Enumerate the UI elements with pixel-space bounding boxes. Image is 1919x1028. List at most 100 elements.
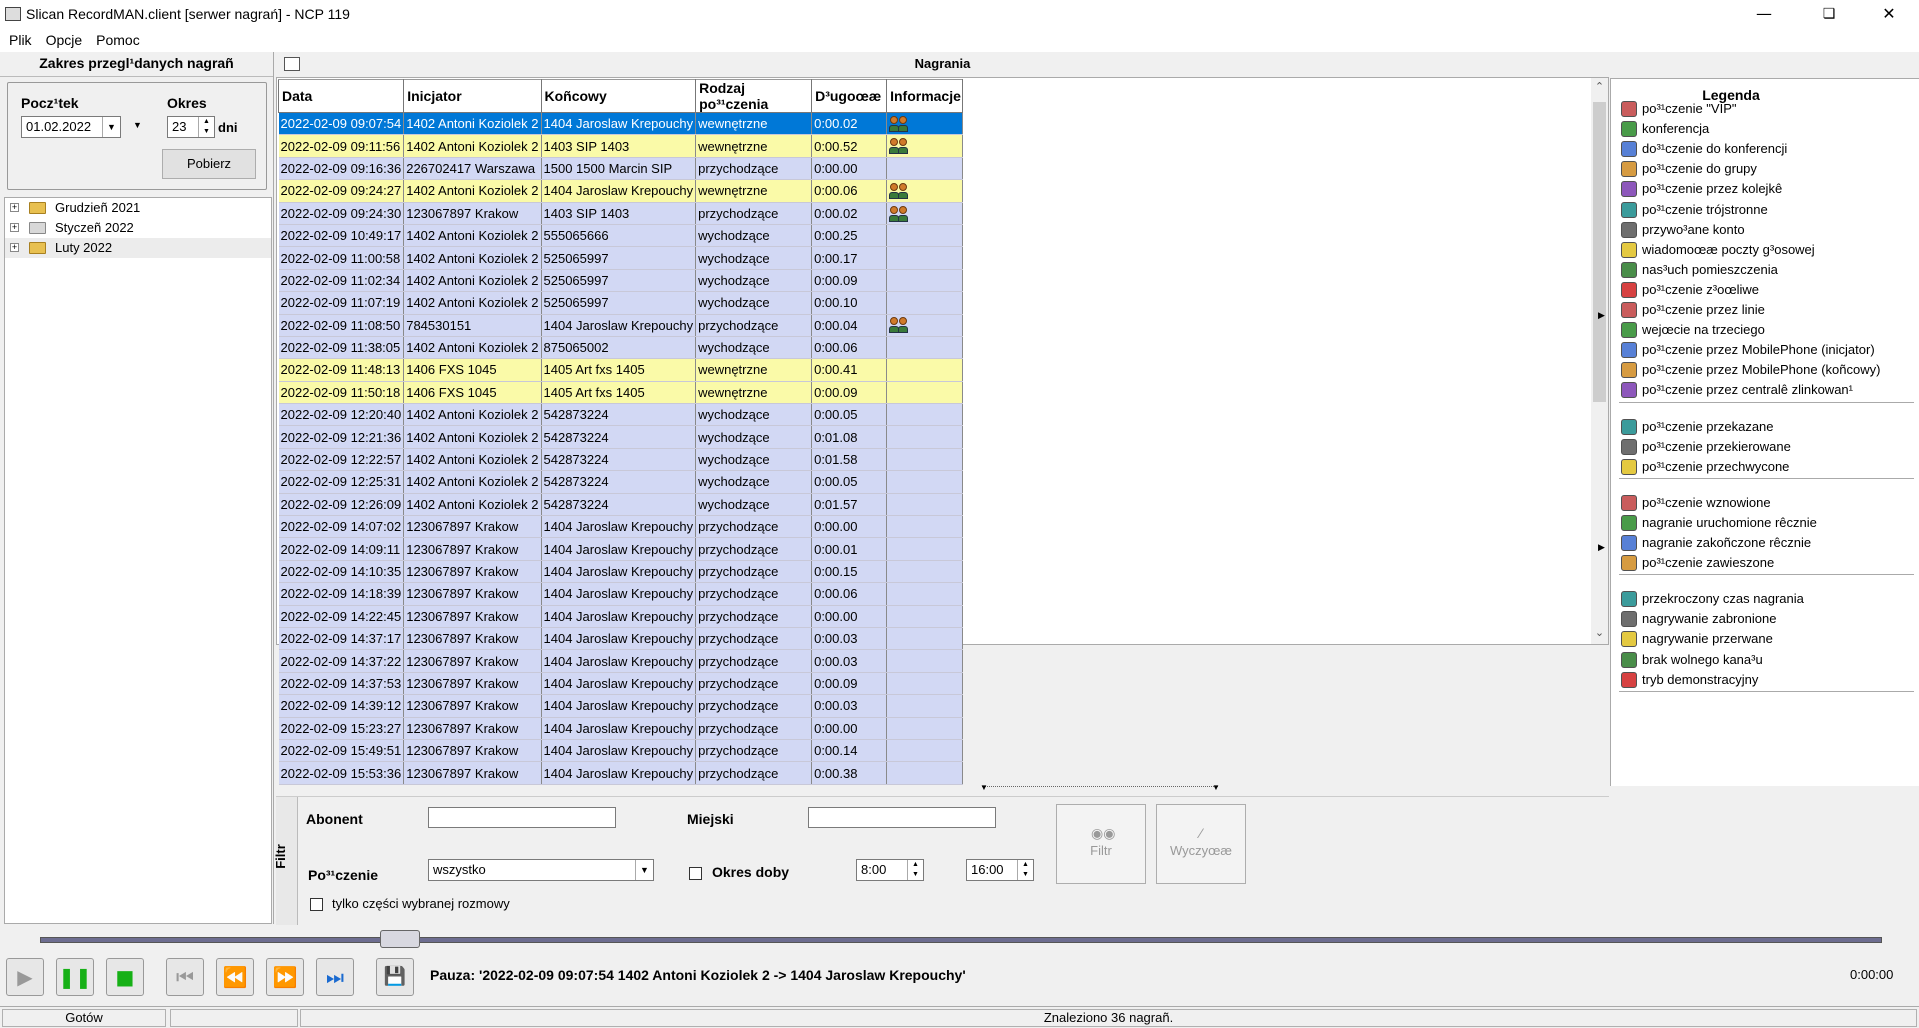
- table-cell-info: [886, 179, 964, 203]
- expand-icon[interactable]: +: [10, 203, 19, 212]
- filter-button[interactable]: ◉◉ Filtr: [1056, 804, 1146, 884]
- filter-tab[interactable]: Filtr: [273, 797, 298, 925]
- table-cell: 1404 Jaroslaw Krepouchy: [541, 582, 697, 606]
- table-cell: 123067897 Krakow: [403, 739, 542, 763]
- table-row[interactable]: 2022-02-09 11:50:18 1406 FXS 1045 1405 Art…: [278, 381, 964, 405]
- table-row[interactable]: 2022-02-09 09:16:36 226702417 Warszawa 150…: [278, 157, 964, 181]
- time-from-value: 8:00: [861, 862, 887, 877]
- restore-button[interactable]: ❏: [1806, 0, 1852, 30]
- last-button[interactable]: ⏭: [316, 958, 354, 996]
- pause-button[interactable]: ❚❚: [56, 958, 94, 996]
- tree-item[interactable]: + Grudzieñ 2021: [5, 198, 271, 218]
- tree-item[interactable]: + Styczeñ 2022: [5, 218, 271, 238]
- splitter[interactable]: [982, 786, 1218, 792]
- table-row[interactable]: 2022-02-09 09:11:56 1402 Antoni Koziolek …: [278, 134, 964, 158]
- expand-icon[interactable]: +: [10, 223, 19, 232]
- first-button[interactable]: ⏮: [166, 958, 204, 996]
- menu-file[interactable]: Plik: [0, 30, 37, 48]
- table-row[interactable]: 2022-02-09 12:26:09 1402 Antoni Koziolek …: [278, 493, 964, 517]
- spin-down-icon[interactable]: ▼: [907, 870, 923, 880]
- table-row[interactable]: 2022-02-09 12:21:36 1402 Antoni Koziolek …: [278, 425, 964, 449]
- table-cell: 2022-02-09 14:18:39: [278, 582, 405, 606]
- chevron-down-icon[interactable]: ▼: [102, 117, 120, 137]
- spin-down-icon[interactable]: ▼: [198, 127, 214, 137]
- scroll-thumb[interactable]: [1593, 102, 1606, 402]
- table-row[interactable]: 2022-02-09 11:48:13 1406 FXS 1045 1405 Art…: [278, 358, 964, 382]
- table-row[interactable]: 2022-02-09 09:24:27 1402 Antoni Koziolek …: [278, 179, 964, 203]
- table-row[interactable]: 2022-02-09 09:24:30 123067897 Krakow 1403 …: [278, 202, 964, 225]
- column-header[interactable]: Informacje: [886, 79, 964, 113]
- minimize-button[interactable]: —: [1741, 0, 1787, 30]
- scroll-down-icon[interactable]: ⌄: [1591, 626, 1608, 639]
- spin-down-icon[interactable]: ▼: [1017, 870, 1033, 880]
- column-header[interactable]: Koñcowy: [540, 79, 697, 113]
- month-tree[interactable]: + Grudzieñ 2021 + Styczeñ 2022 + Luty 2022: [4, 197, 272, 924]
- forward-button[interactable]: ⏩: [266, 958, 304, 996]
- table-cell: 1404 Jaroslaw Krepouchy: [541, 761, 697, 785]
- table-cell: 2022-02-09 14:39:12: [278, 694, 405, 718]
- legend-collapse-icon-2[interactable]: ▶: [1598, 542, 1605, 553]
- period-unit: dni: [218, 120, 238, 135]
- time-from-spinner[interactable]: 8:00 ▲ ▼: [856, 859, 924, 881]
- table-row[interactable]: 2022-02-09 14:07:02 123067897 Krakow 1404 …: [278, 515, 964, 539]
- table-row[interactable]: 2022-02-09 14:22:45 123067897 Krakow 1404 …: [278, 605, 964, 628]
- legend-collapse-icon[interactable]: ▶: [1598, 310, 1605, 321]
- column-header[interactable]: Inicjator: [403, 79, 542, 113]
- menu-help[interactable]: Pomoc: [87, 30, 145, 48]
- miejski-label: Miejski: [687, 811, 734, 827]
- table-row[interactable]: 2022-02-09 11:08:50 784530151 1404 Jarosla…: [278, 314, 964, 337]
- table-row[interactable]: 2022-02-09 11:07:19 1402 Antoni Koziolek …: [278, 291, 964, 315]
- only-part-checkbox[interactable]: [310, 898, 323, 911]
- miejski-input[interactable]: [808, 807, 996, 828]
- abonent-input[interactable]: [428, 807, 616, 828]
- seek-thumb[interactable]: [380, 930, 420, 948]
- table-row[interactable]: 2022-02-09 12:20:40 1402 Antoni Koziolek …: [278, 403, 964, 427]
- period-spinner[interactable]: 23 ▲ ▼: [167, 116, 215, 138]
- table-row[interactable]: 2022-02-09 14:10:35 123067897 Krakow 1404 …: [278, 560, 964, 584]
- play-button[interactable]: ▶: [6, 958, 44, 996]
- table-row[interactable]: 2022-02-09 09:07:54 1402 Antoni Koziolek …: [278, 112, 964, 136]
- chevron-down-icon[interactable]: ▼: [635, 860, 653, 880]
- expand-icon[interactable]: +: [10, 243, 19, 252]
- fetch-button[interactable]: Pobierz: [162, 149, 256, 179]
- save-button[interactable]: 💾: [376, 958, 414, 996]
- table-row[interactable]: 2022-02-09 14:37:17 123067897 Krakow 1404 …: [278, 627, 964, 651]
- spin-up-icon[interactable]: ▲: [907, 860, 923, 870]
- table-row[interactable]: 2022-02-09 14:39:12 123067897 Krakow 1404 …: [278, 694, 964, 718]
- spin-up-icon[interactable]: ▲: [198, 117, 214, 127]
- table-row[interactable]: 2022-02-09 14:37:22 123067897 Krakow 1404 …: [278, 649, 964, 673]
- table-row[interactable]: 2022-02-09 12:22:57 1402 Antoni Koziolek …: [278, 448, 964, 472]
- table-row[interactable]: 2022-02-09 15:23:27 123067897 Krakow 1404 …: [278, 717, 964, 740]
- start-date-combo[interactable]: 01.02.2022 ▼: [21, 116, 121, 138]
- table-row[interactable]: 2022-02-09 10:49:17 1402 Antoni Koziolek …: [278, 224, 964, 248]
- tree-item[interactable]: + Luty 2022: [5, 238, 271, 258]
- table-row[interactable]: 2022-02-09 14:09:11 123067897 Krakow 1404 …: [278, 537, 964, 561]
- chevron-down-icon[interactable]: ▼: [133, 120, 142, 130]
- table-cell: 0:01.58: [811, 448, 888, 472]
- column-header[interactable]: D³ugoœæ: [811, 79, 888, 113]
- call-type-combo[interactable]: wszystko ▼: [428, 859, 654, 881]
- table-row[interactable]: 2022-02-09 14:37:53 123067897 Krakow 1404 …: [278, 672, 964, 696]
- recordings-grid[interactable]: Data Inicjator Koñcowy Rodzaj po³¹czenia D³u…: [276, 77, 1609, 785]
- column-header[interactable]: Rodzaj po³¹czenia: [695, 79, 813, 113]
- column-header[interactable]: Data: [277, 79, 405, 113]
- rewind-button[interactable]: ⏪: [216, 958, 254, 996]
- table-row[interactable]: 2022-02-09 15:53:36 123067897 Krakow 1404 …: [278, 761, 964, 785]
- clear-button[interactable]: ⁄ Wyczyœæ: [1156, 804, 1246, 884]
- table-row[interactable]: 2022-02-09 15:49:51 123067897 Krakow 1404 …: [278, 739, 964, 763]
- table-row[interactable]: 2022-02-09 12:25:31 1402 Antoni Koziolek …: [278, 470, 964, 494]
- time-to-spinner[interactable]: 16:00 ▲ ▼: [966, 859, 1034, 881]
- menu-options[interactable]: Opcje: [37, 30, 88, 48]
- spin-up-icon[interactable]: ▲: [1017, 860, 1033, 870]
- seek-bar[interactable]: [40, 937, 1882, 943]
- daytime-checkbox[interactable]: [689, 867, 702, 880]
- close-button[interactable]: ✕: [1866, 0, 1912, 30]
- scroll-up-icon[interactable]: ⌃: [1591, 80, 1608, 93]
- table-row[interactable]: 2022-02-09 11:02:34 1402 Antoni Koziolek …: [278, 269, 964, 293]
- stop-button[interactable]: ■: [106, 958, 144, 996]
- vertical-scrollbar[interactable]: ⌃ ⌄: [1591, 78, 1608, 644]
- period-label: Okres: [167, 95, 207, 111]
- table-row[interactable]: 2022-02-09 11:38:05 1402 Antoni Koziolek …: [278, 336, 964, 360]
- table-row[interactable]: 2022-02-09 11:00:58 1402 Antoni Koziolek …: [278, 246, 964, 270]
- table-row[interactable]: 2022-02-09 14:18:39 123067897 Krakow 1404 …: [278, 582, 964, 606]
